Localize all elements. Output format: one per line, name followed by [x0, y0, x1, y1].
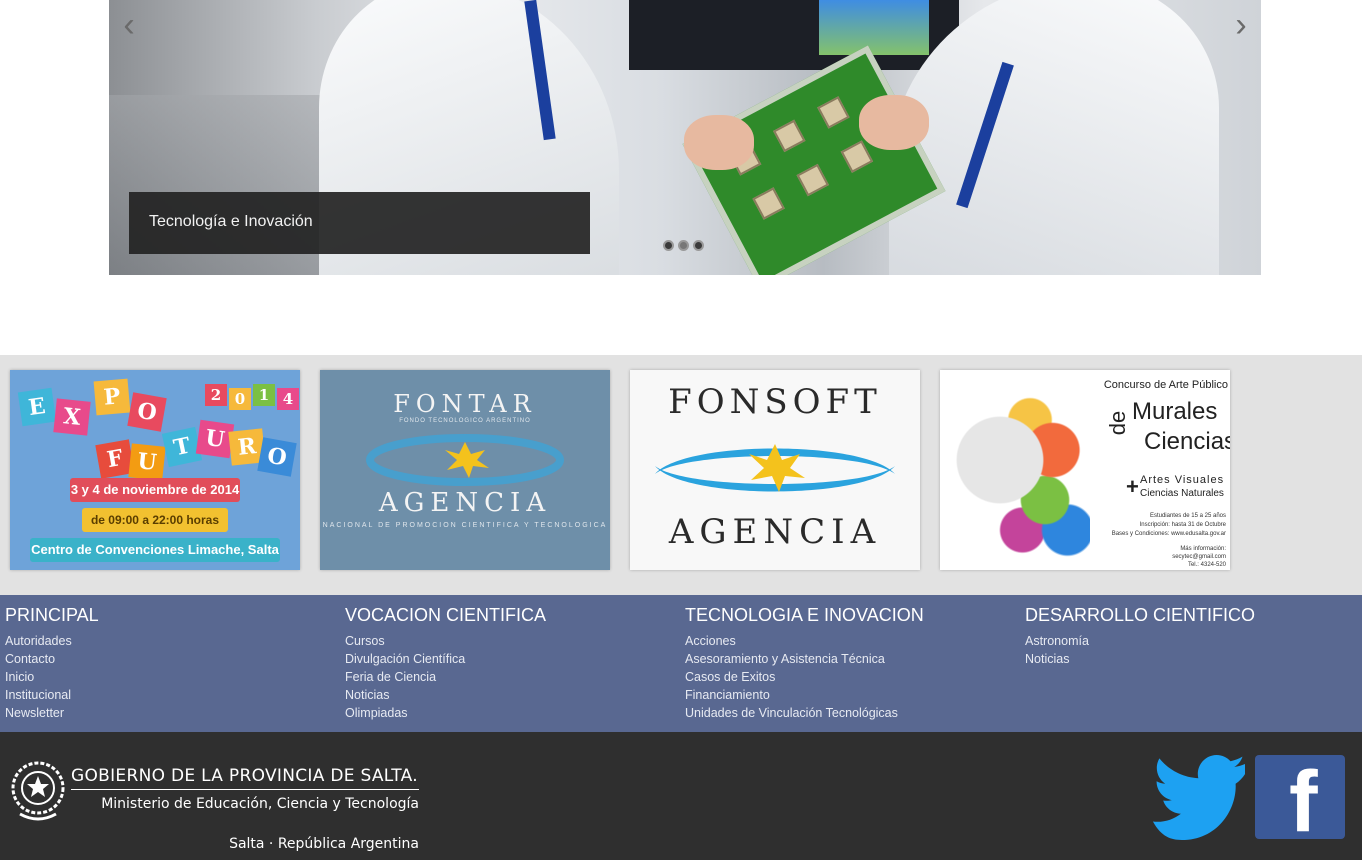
- fonsoft-agency: AGENCIA: [668, 512, 882, 552]
- murales-artes: Artes Visuales: [1140, 474, 1225, 486]
- footer-column-vocacion-cientifica: VOCACION CIENTIFICA Cursos Divulgación C…: [345, 604, 675, 722]
- twitter-icon[interactable]: [1153, 750, 1247, 844]
- chip-shape: [752, 187, 785, 220]
- expo-hours: de 09:00 a 22:00 horas: [82, 508, 228, 532]
- footer-column-desarrollo-cientifico: DESARROLLO CIENTIFICO Astronomía Noticia…: [1025, 604, 1355, 668]
- ciencias-title: Ciencias: [1144, 428, 1230, 455]
- murales-plus: +: [1126, 474, 1139, 499]
- banner-fonsoft[interactable]: FONSOFT AGENCIA: [630, 370, 920, 570]
- footer-column-title: VOCACION CIENTIFICA: [345, 605, 547, 625]
- gov-title: GOBIERNO DE LA PROVINCIA DE SALTA.: [71, 766, 418, 786]
- footer-link[interactable]: Inicio: [5, 668, 335, 686]
- ministry-name: Ministerio de Educación, Ciencia y Tecno…: [101, 796, 419, 812]
- footer-link[interactable]: Cursos: [345, 632, 675, 650]
- slider-next-arrow-icon[interactable]: ›: [1227, 8, 1255, 42]
- footer-link[interactable]: Institucional: [5, 686, 335, 704]
- expo-letter-tile: X: [53, 398, 91, 436]
- murales-info: Estudiantes de 15 a 25 años: [1149, 513, 1226, 519]
- slide-caption: Tecnología e Inovación: [129, 192, 590, 254]
- slider-dot-3[interactable]: [693, 240, 704, 251]
- hand-shape: [859, 95, 929, 150]
- murales-de: de: [1105, 410, 1131, 436]
- slider-dots: [663, 240, 704, 252]
- chip-shape: [817, 96, 850, 129]
- footer-links: PRINCIPAL Autoridades Contacto Inicio In…: [0, 595, 1362, 732]
- footer-link[interactable]: Newsletter: [5, 704, 335, 722]
- chip-shape: [796, 163, 829, 197]
- fontar-subtitle: FONDO TECNOLOGICO ARGENTINO: [399, 418, 531, 424]
- chip-shape: [840, 140, 874, 173]
- murales-info: Bases y Condiciones: www.edusalta.gov.ar: [1111, 531, 1226, 537]
- footer-column-title: TECNOLOGIA E INOVACION: [685, 605, 924, 625]
- murales-info: Tel.: 4324-520: [1187, 562, 1226, 568]
- expo-venue: Centro de Convenciones Limache, Salta: [30, 538, 280, 562]
- agencia-sun-logo-icon: [366, 434, 564, 486]
- expo-letter-tile: E: [17, 387, 57, 427]
- expo-year-tile: 0: [229, 388, 251, 410]
- footer-link[interactable]: Asesoramiento y Asistencia Técnica: [685, 650, 1015, 668]
- footer-link[interactable]: Autoridades: [5, 632, 335, 650]
- agencia-sun-logo-icon: [655, 444, 895, 492]
- footer-column-title: PRINCIPAL: [5, 605, 99, 625]
- page: Tecnología e Inovación ‹ › E X P O F U T…: [0, 0, 1362, 860]
- slide-caption-text: Tecnología e Inovación: [149, 213, 313, 230]
- expo-letter-tile: O: [127, 392, 167, 432]
- image-slider[interactable]: Tecnología e Inovación ‹ ›: [109, 0, 1261, 275]
- banner-strip: E X P O F U T U R O 2 0 1 4 3 y 4 de nov…: [0, 355, 1362, 595]
- expo-letter-tile: P: [93, 378, 131, 416]
- murales-info: Inscripción: hasta 31 de Octubre: [1139, 522, 1226, 528]
- banner-expo-futuro[interactable]: E X P O F U T U R O 2 0 1 4 3 y 4 de nov…: [10, 370, 300, 570]
- brain-collage-image: [940, 370, 1090, 570]
- expo-letter-tile: O: [257, 437, 297, 477]
- footer-column-tecnologia-inovacion: TECNOLOGIA E INOVACION Acciones Asesoram…: [685, 604, 1015, 722]
- expo-year-tile: 2: [205, 384, 227, 406]
- monitor-screen-shape: [819, 0, 929, 55]
- footer-link[interactable]: Acciones: [685, 632, 1015, 650]
- footer-column-principal: PRINCIPAL Autoridades Contacto Inicio In…: [5, 604, 335, 722]
- footer-link[interactable]: Feria de Ciencia: [345, 668, 675, 686]
- facebook-f-glyph: f: [1289, 754, 1318, 850]
- slider-prev-arrow-icon[interactable]: ‹: [115, 8, 143, 42]
- murales-info: Más información:: [1180, 546, 1226, 552]
- banner-fontar[interactable]: FONTAR FONDO TECNOLOGICO ARGENTINO AGENC…: [320, 370, 610, 570]
- footer-link[interactable]: Unidades de Vinculación Tecnológicas: [685, 704, 1015, 722]
- fonsoft-title: FONSOFT: [668, 382, 882, 422]
- location-text: Salta · República Argentina: [229, 836, 419, 852]
- footer-link[interactable]: Contacto: [5, 650, 335, 668]
- footer-link[interactable]: Noticias: [345, 686, 675, 704]
- footer-link[interactable]: Olimpiadas: [345, 704, 675, 722]
- footer-link[interactable]: Astronomía: [1025, 632, 1355, 650]
- gov-divider: [71, 789, 419, 790]
- slider-dot-2[interactable]: [678, 240, 689, 251]
- murales-naturales: Ciencias Naturales: [1140, 488, 1224, 499]
- expo-date: 3 y 4 de noviembre de 2014: [70, 478, 240, 502]
- footer-link[interactable]: Divulgación Científica: [345, 650, 675, 668]
- murales-contest-title: Concurso de Arte Público: [1103, 379, 1228, 391]
- expo-year-tile: 1: [253, 384, 275, 406]
- murales-title: Murales: [1132, 398, 1218, 425]
- fontar-title: FONTAR: [393, 390, 537, 418]
- provincial-seal-icon: [11, 761, 65, 821]
- fontar-agency-subtitle: NACIONAL DE PROMOCION CIENTIFICA Y TECNO…: [322, 522, 608, 529]
- facebook-icon[interactable]: f: [1255, 755, 1345, 845]
- footer-link[interactable]: Casos de Exitos: [685, 668, 1015, 686]
- murales-info: secytec@gmail.com: [1172, 554, 1226, 560]
- chip-shape: [773, 119, 806, 153]
- fontar-agency: AGENCIA: [378, 488, 552, 518]
- bottom-bar: GOBIERNO DE LA PROVINCIA DE SALTA. Minis…: [0, 732, 1362, 860]
- expo-year-tile: 4: [277, 388, 299, 410]
- footer-column-title: DESARROLLO CIENTIFICO: [1025, 605, 1256, 625]
- expo-letter-tile: U: [128, 443, 166, 481]
- monitor-shape: [629, 0, 959, 70]
- banner-murales-ciencias[interactable]: Concurso de Arte Público de Murales Cien…: [940, 370, 1230, 570]
- footer-link[interactable]: Financiamiento: [685, 686, 1015, 704]
- footer-link[interactable]: Noticias: [1025, 650, 1355, 668]
- slider-dot-1[interactable]: [663, 240, 674, 251]
- hand-shape: [684, 115, 754, 170]
